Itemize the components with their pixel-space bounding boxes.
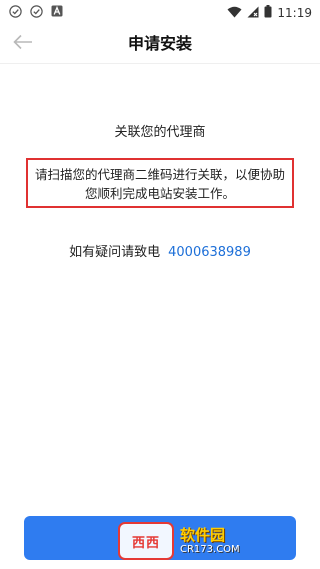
status-time: 11:19 <box>277 5 312 20</box>
app-bar: 申请安装 <box>0 24 320 64</box>
notice-box: 请扫描您的代理商二维码进行关联，以便协助您顺利完成电站安装工作。 <box>26 158 294 208</box>
notice-text: 请扫描您的代理商二维码进行关联，以便协助您顺利完成电站安装工作。 <box>34 167 285 201</box>
check-circle-icon <box>29 4 43 18</box>
wifi-icon <box>227 3 242 22</box>
watermark-domain: CR173.COM <box>180 543 240 555</box>
phone-link[interactable]: 4000638989 <box>168 245 251 260</box>
status-notifications <box>8 4 64 18</box>
status-bar: 11:19 <box>0 0 320 24</box>
watermark-name: 软件园 <box>180 525 226 544</box>
contact-row: 如有疑问请致电 4000638989 <box>0 244 320 262</box>
page-title: 申请安装 <box>127 34 192 53</box>
link-agent-heading: 关联您的代理商 <box>114 125 206 140</box>
watermark-logo-text: 西西 <box>131 535 160 551</box>
watermark: 西西 软件园 CR173.COM <box>118 520 308 562</box>
header-divider <box>0 63 320 64</box>
contact-label: 如有疑问请致电 <box>69 245 161 260</box>
battery-icon <box>264 3 272 22</box>
watermark-logo: 西西 <box>118 522 174 560</box>
a-square-icon <box>50 4 64 18</box>
check-circle-icon <box>8 4 22 18</box>
status-system: 11:19 <box>227 3 312 22</box>
watermark-text: 软件园 CR173.COM <box>180 525 240 556</box>
signal-icon <box>247 3 259 22</box>
